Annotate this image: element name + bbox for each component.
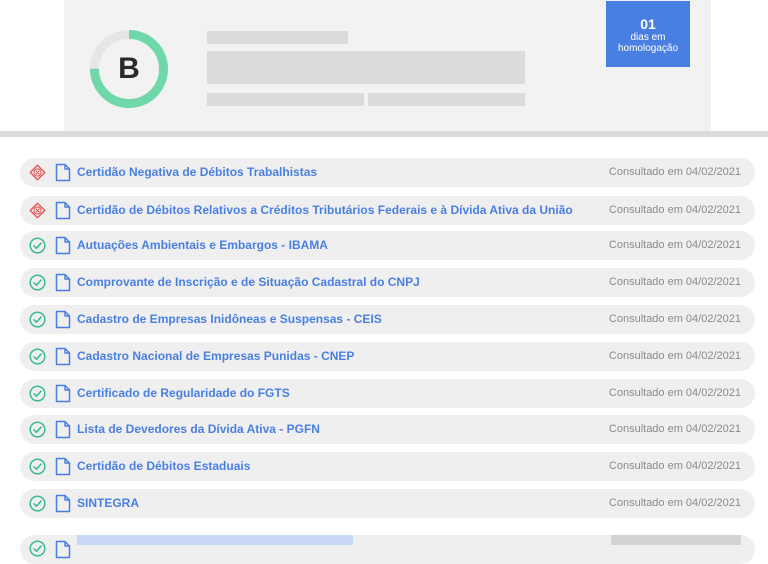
document-row[interactable]: Comprovante de Inscrição e de Situação C… bbox=[20, 268, 755, 297]
document-icon bbox=[54, 540, 72, 559]
header-divider bbox=[0, 131, 768, 137]
document-link[interactable]: Certidão Negativa de Débitos Trabalhista… bbox=[77, 158, 317, 187]
document-row-placeholder bbox=[20, 535, 755, 564]
consulted-date: Consultado em 04/02/2021 bbox=[608, 460, 741, 472]
document-icon bbox=[54, 201, 72, 220]
document-link[interactable]: Cadastro Nacional de Empresas Punidas - … bbox=[77, 342, 354, 371]
days-label-line2: homologação bbox=[617, 42, 679, 54]
days-label-line1: dias em bbox=[630, 31, 666, 43]
check-circle-icon bbox=[29, 495, 46, 512]
consulted-date: Consultado em 04/02/2021 bbox=[608, 166, 741, 178]
document-row[interactable]: Lista de Devedores da Dívida Ativa - PGF… bbox=[20, 415, 755, 444]
document-icon bbox=[54, 420, 72, 439]
check-circle-icon bbox=[29, 458, 46, 475]
document-link[interactable]: Cadastro de Empresas Inidôneas e Suspens… bbox=[77, 305, 382, 334]
consulted-date: Consultado em 04/02/2021 bbox=[608, 350, 741, 362]
check-circle-icon bbox=[29, 274, 46, 291]
document-icon bbox=[54, 347, 72, 366]
document-row[interactable]: Autuações Ambientais e Embargos - IBAMA C… bbox=[20, 231, 755, 260]
document-icon bbox=[54, 494, 72, 513]
check-circle-icon bbox=[29, 421, 46, 438]
document-row[interactable]: Certidão de Débitos Estaduais Consultado … bbox=[20, 452, 755, 481]
check-circle-icon bbox=[29, 237, 46, 254]
consulted-date: Consultado em 04/02/2021 bbox=[608, 497, 741, 509]
document-icon bbox=[54, 163, 72, 182]
error-x-icon bbox=[29, 164, 46, 181]
document-link-placeholder bbox=[77, 535, 353, 545]
grade-letter: B bbox=[118, 52, 140, 85]
consulted-date: Consultado em 04/02/2021 bbox=[608, 239, 741, 251]
company-name-placeholder bbox=[207, 31, 348, 44]
document-row[interactable]: Certidão de Débitos Relativos a Créditos… bbox=[20, 196, 755, 225]
document-row[interactable]: SINTEGRA Consultado em 04/02/2021 bbox=[20, 489, 755, 518]
document-icon bbox=[54, 273, 72, 292]
document-row[interactable]: Certidão Negativa de Débitos Trabalhista… bbox=[20, 158, 755, 187]
document-link[interactable]: Certidão de Débitos Relativos a Créditos… bbox=[77, 196, 573, 225]
document-link[interactable]: Lista de Devedores da Dívida Ativa - PGF… bbox=[77, 415, 320, 444]
days-count: 01 bbox=[640, 15, 656, 32]
document-link[interactable]: Autuações Ambientais e Embargos - IBAMA bbox=[77, 231, 328, 260]
consulted-date: Consultado em 04/02/2021 bbox=[608, 423, 741, 435]
consulted-date: Consultado em 04/02/2021 bbox=[608, 313, 741, 325]
document-link[interactable]: Certidão de Débitos Estaduais bbox=[77, 452, 250, 481]
consulted-date: Consultado em 04/02/2021 bbox=[608, 204, 741, 216]
check-circle-icon bbox=[29, 311, 46, 328]
document-row[interactable]: Cadastro de Empresas Inidôneas e Suspens… bbox=[20, 305, 755, 334]
error-x-icon bbox=[29, 202, 46, 219]
consulted-date: Consultado em 04/02/2021 bbox=[608, 276, 741, 288]
consulted-date: Consultado em 04/02/2021 bbox=[608, 387, 741, 399]
check-circle-icon bbox=[29, 540, 46, 557]
document-icon bbox=[54, 310, 72, 329]
consulted-date-placeholder bbox=[611, 535, 741, 545]
document-link[interactable]: SINTEGRA bbox=[77, 489, 139, 518]
document-icon bbox=[54, 236, 72, 255]
document-link[interactable]: Comprovante de Inscrição e de Situação C… bbox=[77, 268, 420, 297]
company-info-placeholder-2 bbox=[368, 93, 525, 106]
document-row[interactable]: Certificado de Regularidade do FGTS Consu… bbox=[20, 379, 755, 408]
document-row[interactable]: Cadastro Nacional de Empresas Punidas - … bbox=[20, 342, 755, 371]
document-link[interactable]: Certificado de Regularidade do FGTS bbox=[77, 379, 290, 408]
check-circle-icon bbox=[29, 385, 46, 402]
company-title-placeholder bbox=[207, 51, 525, 84]
check-circle-icon bbox=[29, 348, 46, 365]
company-info-placeholder bbox=[207, 93, 364, 106]
document-icon bbox=[54, 384, 72, 403]
days-badge: 01 dias em homologação bbox=[606, 1, 690, 67]
document-icon bbox=[54, 457, 72, 476]
